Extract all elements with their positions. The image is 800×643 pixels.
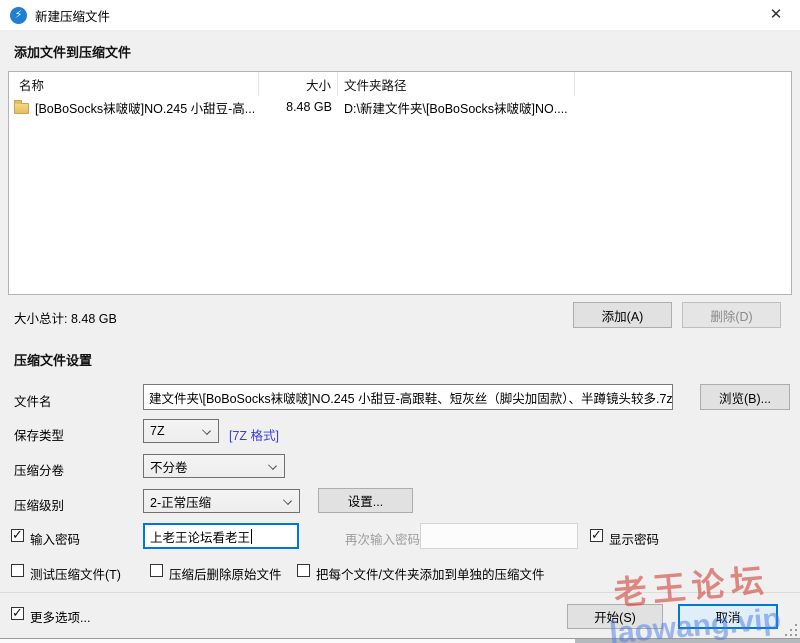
column-header-name[interactable]: 名称 (9, 72, 259, 96)
test-archive-checkbox[interactable] (11, 564, 24, 577)
new-archive-dialog: ⚡ 新建压缩文件 ✕ 添加文件到压缩文件 名称 大小 文件夹路径 [BoBoSo… (0, 0, 800, 643)
show-password-label[interactable]: 显示密码 (609, 529, 659, 548)
more-options-checkbox[interactable] (11, 607, 24, 620)
column-header-size[interactable]: 大小 (259, 72, 338, 96)
window-bottom-right (575, 639, 800, 643)
filename-input[interactable]: 建文件夹\[BoBoSocks袜啵啵]NO.245 小甜豆-高跟鞋、短灰丝（脚尖… (143, 384, 673, 410)
password-input[interactable]: 上老王论坛看老王 (143, 523, 299, 549)
delete-button: 删除(D) (682, 302, 781, 328)
file-list-header: 名称 大小 文件夹路径 (9, 72, 791, 96)
password-value: 上老王论坛看老王 (150, 527, 250, 546)
save-type-value: 7Z (150, 424, 165, 438)
cancel-button[interactable]: 取消 (678, 604, 778, 629)
confirm-password-label: 再次输入密码 (345, 529, 420, 548)
split-select[interactable]: 不分卷 (143, 454, 285, 478)
enter-password-checkbox[interactable] (11, 529, 24, 542)
file-list[interactable]: 名称 大小 文件夹路径 [BoBoSocks袜啵啵]NO.245 小甜豆-高..… (8, 71, 792, 295)
watermark: 老王论坛 laowang.vip (575, 550, 800, 643)
add-button[interactable]: 添加(A) (573, 302, 672, 328)
level-select[interactable]: 2-正常压缩 (143, 489, 300, 513)
window-title: 新建压缩文件 (35, 6, 110, 25)
test-archive-label[interactable]: 测试压缩文件(T) (30, 564, 121, 583)
footer-divider (0, 592, 800, 593)
level-settings-button[interactable]: 设置... (318, 488, 413, 513)
window-bottom-left (0, 639, 575, 643)
level-value: 2-正常压缩 (150, 492, 211, 511)
close-icon[interactable]: ✕ (764, 4, 788, 26)
split-value: 不分卷 (150, 457, 188, 476)
total-size-text: 大小总计: 8.48 GB (14, 308, 117, 327)
delete-after-label[interactable]: 压缩后删除原始文件 (169, 564, 282, 583)
row-name: [BoBoSocks袜啵啵]NO.245 小甜豆-高... (35, 98, 255, 117)
separate-archives-checkbox[interactable] (297, 564, 310, 577)
delete-after-checkbox[interactable] (150, 564, 163, 577)
save-type-select[interactable]: 7Z (143, 419, 219, 443)
folder-icon (14, 103, 29, 114)
table-row[interactable]: [BoBoSocks袜啵啵]NO.245 小甜豆-高... 8.48 GB D:… (9, 96, 791, 118)
row-size: 8.48 GB (259, 100, 338, 114)
start-button[interactable]: 开始(S) (567, 604, 663, 629)
format-link[interactable]: [7Z 格式] (229, 425, 279, 444)
split-label: 压缩分卷 (14, 460, 64, 479)
save-type-label: 保存类型 (14, 425, 64, 444)
filename-label: 文件名 (14, 391, 52, 410)
titlebar: ⚡ 新建压缩文件 ✕ (0, 0, 800, 30)
level-label: 压缩级别 (14, 495, 64, 514)
chevron-down-icon (283, 496, 292, 505)
row-path: D:\新建文件夹\[BoBoSocks袜啵啵]NO.... (338, 98, 638, 117)
text-caret (251, 529, 252, 544)
separate-archives-label[interactable]: 把每个文件/文件夹添加到单独的压缩文件 (316, 564, 544, 583)
more-options-label[interactable]: 更多选项... (30, 607, 90, 626)
browse-button[interactable]: 浏览(B)... (700, 384, 790, 410)
column-header-filler (575, 72, 791, 96)
column-header-path[interactable]: 文件夹路径 (338, 72, 575, 96)
chevron-down-icon (202, 426, 211, 435)
archive-settings-heading: 压缩文件设置 (14, 350, 92, 369)
filename-value: 建文件夹\[BoBoSocks袜啵啵]NO.245 小甜豆-高跟鞋、短灰丝（脚尖… (149, 388, 673, 407)
chevron-down-icon (268, 461, 277, 470)
resize-grip[interactable] (785, 624, 797, 636)
enter-password-label[interactable]: 输入密码 (30, 529, 80, 548)
add-files-heading: 添加文件到压缩文件 (14, 42, 131, 61)
app-logo-icon: ⚡ (10, 7, 27, 24)
confirm-password-input (420, 523, 578, 549)
show-password-checkbox[interactable] (590, 529, 603, 542)
